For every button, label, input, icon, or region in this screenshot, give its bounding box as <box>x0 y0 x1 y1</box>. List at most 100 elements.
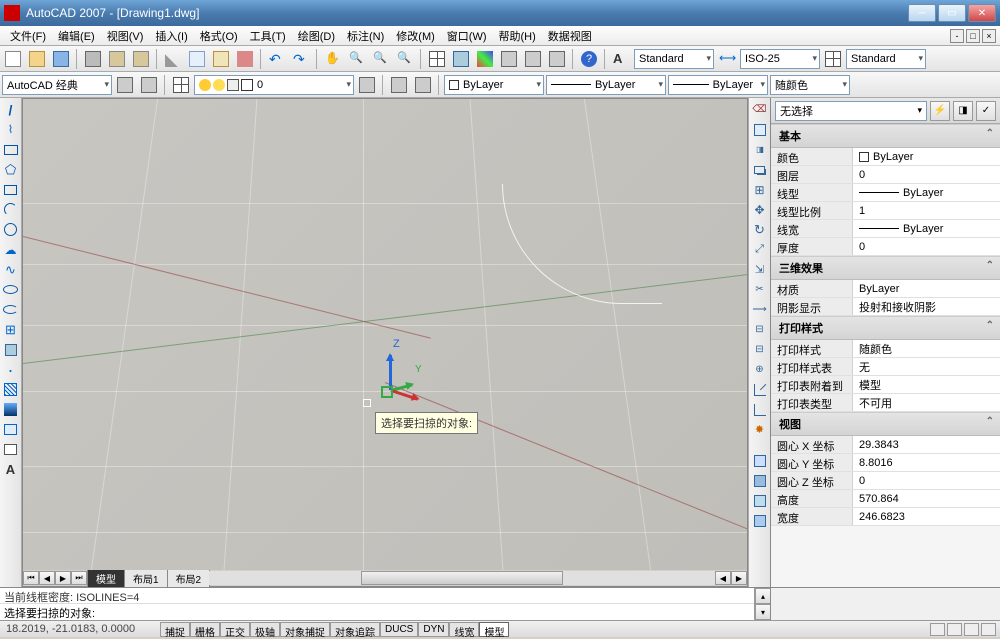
spline-button[interactable] <box>1 260 21 279</box>
paste-button[interactable] <box>210 48 232 70</box>
workspace-lock-button[interactable] <box>138 74 160 96</box>
tab-next-button[interactable]: ▶ <box>55 571 71 585</box>
ellipse-arc-button[interactable] <box>1 300 21 319</box>
layer-props-button[interactable] <box>170 74 192 96</box>
workspace-combo[interactable]: AutoCAD 经典 <box>2 75 112 95</box>
prop-material-value[interactable]: ByLayer <box>853 280 1000 297</box>
ortho-toggle[interactable]: 正交 <box>220 622 250 637</box>
point-button[interactable] <box>1 360 21 379</box>
copy-obj-button[interactable] <box>750 120 770 139</box>
layer-combo[interactable]: 0 <box>194 75 354 95</box>
layout2-tab[interactable]: 布局2 <box>167 569 211 587</box>
zoom-prev-button[interactable] <box>394 48 416 70</box>
menu-format[interactable]: 格式(O) <box>194 26 244 46</box>
prop-lineweight-value[interactable]: ByLayer <box>853 220 1000 237</box>
dimstyle-combo[interactable]: ISO-25 <box>740 49 820 69</box>
drawing-viewport[interactable]: Z Y 选择要扫掠的对象: <box>23 99 747 570</box>
mirror-button[interactable] <box>750 140 770 159</box>
close-button[interactable]: ✕ <box>968 4 996 22</box>
tablestyle-combo[interactable]: Standard <box>846 49 926 69</box>
menu-tools[interactable]: 工具(T) <box>244 26 292 46</box>
category-3d[interactable]: 三维效果 <box>771 256 1000 280</box>
minimize-button[interactable]: ─ <box>908 4 936 22</box>
coordinates-display[interactable]: 18.2019, -21.0183, 0.0000 <box>0 623 160 635</box>
gradient-button[interactable] <box>1 400 21 419</box>
menu-view[interactable]: 视图(V) <box>101 26 150 46</box>
menu-insert[interactable]: 插入(I) <box>149 26 193 46</box>
menu-dataview[interactable]: 数据视图 <box>542 26 598 46</box>
plotstyle-combo[interactable]: 随颜色 <box>770 75 850 95</box>
ellipse-button[interactable] <box>1 280 21 299</box>
chamfer-button[interactable] <box>750 380 770 399</box>
hscroll-thumb[interactable] <box>361 571 563 585</box>
trim-button[interactable] <box>750 280 770 299</box>
scale-button[interactable] <box>750 240 770 259</box>
redo-button[interactable] <box>290 48 312 70</box>
layer-states-button[interactable] <box>388 74 410 96</box>
prop-linetype-value[interactable]: ByLayer <box>853 184 1000 201</box>
break-button[interactable] <box>750 340 770 359</box>
hscroll-track[interactable] <box>209 571 715 585</box>
rotate-button[interactable] <box>750 220 770 239</box>
design-center-button[interactable] <box>450 48 472 70</box>
menu-help[interactable]: 帮助(H) <box>493 26 542 46</box>
prop-height-value[interactable]: 570.864 <box>853 490 1000 507</box>
command-input[interactable]: 选择要扫掠的对象: <box>0 604 754 620</box>
plot-preview-button[interactable] <box>106 48 128 70</box>
circle-button[interactable] <box>1 220 21 239</box>
menu-modify[interactable]: 修改(M) <box>390 26 441 46</box>
tool-palettes-button[interactable] <box>474 48 496 70</box>
lineweight-combo[interactable]: ByLayer <box>668 75 768 95</box>
textstyle-button[interactable] <box>610 48 632 70</box>
prop-plottabletype-value[interactable]: 不可用 <box>853 394 1000 411</box>
revision-cloud-button[interactable] <box>1 240 21 259</box>
osnap-toggle[interactable]: 对象捕捉 <box>280 622 330 637</box>
insert-block-button[interactable] <box>1 320 21 339</box>
lwt-toggle[interactable]: 线宽 <box>449 622 479 637</box>
draworder-back-button[interactable] <box>750 471 770 490</box>
make-block-button[interactable] <box>1 340 21 359</box>
prop-color-value[interactable]: ByLayer <box>853 148 1000 165</box>
menu-draw[interactable]: 绘图(D) <box>292 26 341 46</box>
markup-button[interactable] <box>522 48 544 70</box>
polar-toggle[interactable]: 极轴 <box>250 622 280 637</box>
category-plot[interactable]: 打印样式 <box>771 316 1000 340</box>
properties-button[interactable] <box>426 48 448 70</box>
layout1-tab[interactable]: 布局1 <box>124 569 168 587</box>
save-button[interactable] <box>50 48 72 70</box>
fillet-button[interactable] <box>750 400 770 419</box>
hscroll-left[interactable]: ◀ <box>715 571 731 585</box>
extend-button[interactable] <box>750 300 770 319</box>
ducs-toggle[interactable]: DUCS <box>380 622 418 637</box>
dyn-toggle[interactable]: DYN <box>418 622 449 637</box>
prop-centery-value[interactable]: 8.8016 <box>853 454 1000 471</box>
maximize-button[interactable]: ▭ <box>938 4 966 22</box>
undo-button[interactable] <box>266 48 288 70</box>
arc-button[interactable] <box>1 200 21 219</box>
polygon-button[interactable] <box>1 160 21 179</box>
grid-toggle[interactable]: 栅格 <box>190 622 220 637</box>
cmd-scroll-up[interactable]: ▴ <box>755 588 771 604</box>
explode-button[interactable] <box>750 420 770 439</box>
hatch-button[interactable] <box>1 380 21 399</box>
category-basic[interactable]: 基本 <box>771 124 1000 148</box>
region-button[interactable] <box>1 420 21 439</box>
offset-button[interactable] <box>750 160 770 179</box>
draworder-button[interactable] <box>750 451 770 470</box>
prop-centerz-value[interactable]: 0 <box>853 472 1000 489</box>
prop-ltscale-value[interactable]: 1 <box>853 202 1000 219</box>
table-button[interactable] <box>1 440 21 459</box>
break-at-point-button[interactable] <box>750 320 770 339</box>
menu-dimension[interactable]: 标注(N) <box>341 26 390 46</box>
mdi-close[interactable]: × <box>982 29 996 43</box>
menu-edit[interactable]: 编辑(E) <box>52 26 101 46</box>
snap-toggle[interactable]: 捕捉 <box>160 622 190 637</box>
select-objects-button[interactable]: ◨ <box>953 101 973 121</box>
stretch-button[interactable] <box>750 260 770 279</box>
draworder-above-button[interactable] <box>750 491 770 510</box>
prop-layer-value[interactable]: 0 <box>853 166 1000 183</box>
quick-select-button[interactable]: ⚡ <box>930 101 950 121</box>
prop-plotstyle-value[interactable]: 随颜色 <box>853 340 1000 357</box>
cmd-scroll-down[interactable]: ▾ <box>755 604 771 620</box>
prop-centerx-value[interactable]: 29.3843 <box>853 436 1000 453</box>
